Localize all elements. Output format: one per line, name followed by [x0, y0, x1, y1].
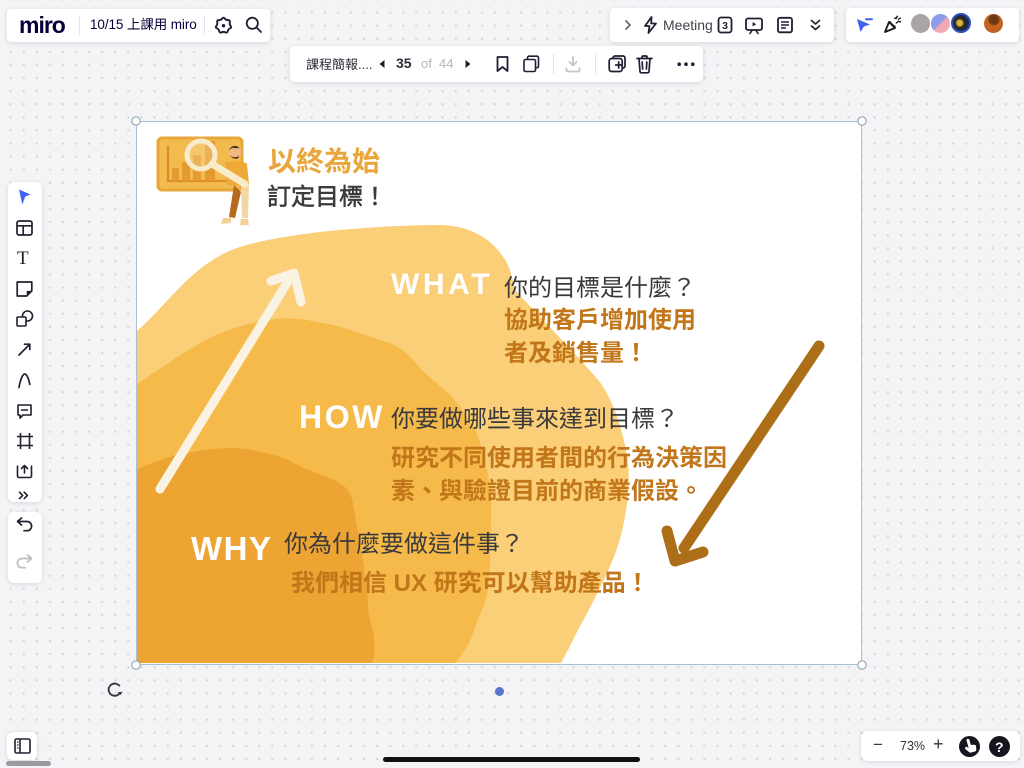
- svg-text:3: 3: [722, 20, 728, 32]
